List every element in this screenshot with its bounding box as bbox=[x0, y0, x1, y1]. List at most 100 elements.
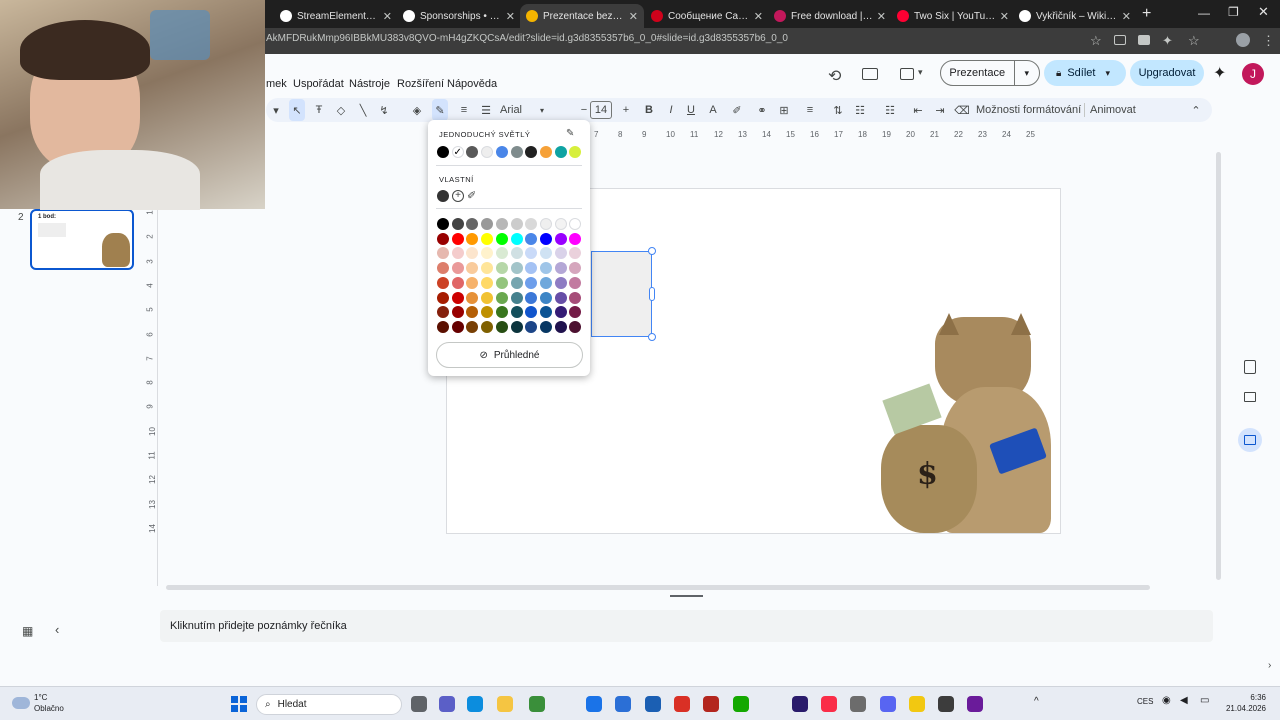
color-grid-swatch[interactable] bbox=[569, 276, 582, 289]
color-grid-swatch[interactable] bbox=[554, 291, 567, 304]
color-grid-swatch[interactable] bbox=[495, 276, 508, 289]
clock-date[interactable]: 21.04.2026 bbox=[1220, 704, 1266, 713]
cat-with-money-image[interactable]: $ bbox=[881, 313, 1061, 533]
color-swatch[interactable] bbox=[525, 146, 538, 158]
comments-icon[interactable] bbox=[862, 68, 878, 80]
puzzle-icon[interactable]: ✦ bbox=[1162, 33, 1173, 49]
profile-avatar[interactable] bbox=[1236, 33, 1250, 47]
color-grid-swatch[interactable] bbox=[451, 276, 464, 289]
color-grid-swatch[interactable] bbox=[539, 247, 552, 260]
shape-icon[interactable]: ◇ bbox=[333, 99, 349, 121]
font-size-input[interactable]: 14 bbox=[590, 101, 612, 119]
resize-handle[interactable] bbox=[648, 333, 656, 341]
color-grid-swatch[interactable] bbox=[481, 291, 494, 304]
battery-icon[interactable]: ▭ bbox=[1200, 695, 1209, 706]
color-grid-swatch[interactable] bbox=[466, 320, 479, 333]
slide-thumbnail[interactable]: 1 bod: bbox=[30, 209, 134, 270]
dropdown-arrow-icon[interactable]: ▾ bbox=[268, 99, 284, 121]
grid-view-icon[interactable]: ▦ bbox=[22, 624, 33, 638]
share-button[interactable]: Sdílet bbox=[1067, 67, 1095, 79]
color-grid-swatch[interactable] bbox=[510, 306, 523, 319]
color-swatch[interactable] bbox=[495, 146, 508, 158]
color-grid-swatch[interactable] bbox=[525, 291, 538, 304]
color-grid-swatch[interactable] bbox=[525, 306, 538, 319]
color-grid-swatch[interactable] bbox=[451, 291, 464, 304]
bookmarks-icon[interactable]: ☆ bbox=[1188, 33, 1200, 49]
edge-icon[interactable] bbox=[467, 696, 483, 712]
color-grid-swatch[interactable] bbox=[569, 320, 582, 333]
color-grid-swatch[interactable] bbox=[466, 306, 479, 319]
upgrade-button[interactable]: Upgradovat bbox=[1130, 60, 1204, 86]
increase-font-icon[interactable]: + bbox=[618, 99, 634, 121]
color-swatch[interactable] bbox=[437, 146, 449, 158]
browser-tab[interactable]: StreamElements - Overl ✕ bbox=[274, 4, 398, 28]
present-button[interactable]: Prezentace bbox=[941, 67, 1014, 79]
color-grid-swatch[interactable] bbox=[481, 306, 494, 319]
color-grid-swatch[interactable] bbox=[539, 320, 552, 333]
color-grid-swatch[interactable] bbox=[554, 247, 567, 260]
color-grid-swatch[interactable] bbox=[437, 218, 449, 230]
url-text[interactable]: AkMFDRukMmp96IBBkMU383v8QVO-mH4gZKQCsA/e… bbox=[266, 33, 788, 44]
notes-resize-handle[interactable] bbox=[670, 595, 703, 597]
color-grid-swatch[interactable] bbox=[510, 247, 523, 260]
color-grid-swatch[interactable] bbox=[437, 247, 449, 260]
chrome-icon[interactable] bbox=[586, 696, 602, 712]
link-icon[interactable]: ⚭ bbox=[754, 99, 770, 121]
color-grid-swatch[interactable] bbox=[466, 276, 479, 289]
extension-icon[interactable] bbox=[1114, 35, 1126, 45]
more-icon[interactable]: ⋮ bbox=[1262, 33, 1275, 49]
color-grid-swatch[interactable] bbox=[525, 276, 538, 289]
minimize-icon[interactable]: — bbox=[1198, 6, 1210, 20]
font-family-select[interactable]: Arial ▾ bbox=[500, 99, 564, 121]
app-icon[interactable] bbox=[909, 696, 925, 712]
slide-panel-button[interactable] bbox=[1238, 428, 1262, 452]
weather-desc[interactable]: Oblačno bbox=[34, 704, 64, 713]
color-grid-swatch[interactable] bbox=[437, 262, 449, 275]
color-grid-swatch[interactable] bbox=[525, 218, 538, 230]
eyedropper-icon[interactable]: ✐ bbox=[467, 189, 476, 202]
color-grid-swatch[interactable] bbox=[569, 262, 582, 275]
close-tab-icon[interactable]: ✕ bbox=[754, 10, 763, 23]
color-swatch[interactable]: ✓ bbox=[451, 146, 464, 158]
browser-tab[interactable]: Free download | HD PN ✕ bbox=[768, 4, 892, 28]
horizontal-scrollbar[interactable] bbox=[166, 585, 1150, 590]
color-grid-swatch[interactable] bbox=[510, 262, 523, 275]
color-grid-swatch[interactable] bbox=[451, 218, 464, 230]
share-dropdown-icon[interactable]: ▾ bbox=[1105, 68, 1110, 79]
color-grid-swatch[interactable] bbox=[569, 247, 582, 260]
clear-formatting-icon[interactable]: ⌫ bbox=[954, 99, 970, 121]
color-grid-swatch[interactable] bbox=[481, 276, 494, 289]
border-weight-icon[interactable]: ≡ bbox=[456, 99, 472, 121]
color-grid-swatch[interactable] bbox=[554, 276, 567, 289]
app-icon[interactable] bbox=[850, 696, 866, 712]
color-grid-swatch[interactable] bbox=[437, 232, 449, 245]
color-grid-swatch[interactable] bbox=[569, 218, 582, 230]
color-grid-swatch[interactable] bbox=[539, 262, 552, 275]
show-hidden-icons[interactable]: ^ bbox=[1034, 696, 1039, 707]
color-grid-swatch[interactable] bbox=[481, 247, 494, 260]
menu-item[interactable]: Nápověda bbox=[447, 78, 497, 90]
color-grid-swatch[interactable] bbox=[466, 262, 479, 275]
color-grid-swatch[interactable] bbox=[481, 232, 494, 245]
color-grid-swatch[interactable] bbox=[539, 306, 552, 319]
decrease-indent-icon[interactable]: ⇤ bbox=[910, 99, 926, 121]
defender-icon[interactable] bbox=[645, 696, 661, 712]
close-tab-icon[interactable]: ✕ bbox=[383, 10, 392, 23]
gemini-icon[interactable]: ✦ bbox=[1213, 63, 1226, 83]
color-grid-swatch[interactable] bbox=[525, 232, 538, 245]
color-grid-swatch[interactable] bbox=[510, 276, 523, 289]
color-grid-swatch[interactable] bbox=[437, 291, 449, 304]
menu-item[interactable]: Rozšíření bbox=[397, 78, 444, 90]
history-icon[interactable]: ⟲ bbox=[828, 66, 841, 86]
comment-icon[interactable]: ⊞ bbox=[776, 99, 792, 121]
animate-button[interactable]: Animovat bbox=[1090, 99, 1136, 121]
color-grid-swatch[interactable] bbox=[569, 232, 582, 245]
discord-icon[interactable] bbox=[880, 696, 896, 712]
custom-color-swatch[interactable] bbox=[437, 190, 449, 202]
color-grid-swatch[interactable] bbox=[495, 291, 508, 304]
color-swatch[interactable] bbox=[569, 146, 582, 158]
add-custom-color-icon[interactable]: + bbox=[452, 190, 464, 202]
color-grid-swatch[interactable] bbox=[554, 306, 567, 319]
color-grid-swatch[interactable] bbox=[437, 320, 449, 333]
color-swatch[interactable] bbox=[539, 146, 552, 158]
